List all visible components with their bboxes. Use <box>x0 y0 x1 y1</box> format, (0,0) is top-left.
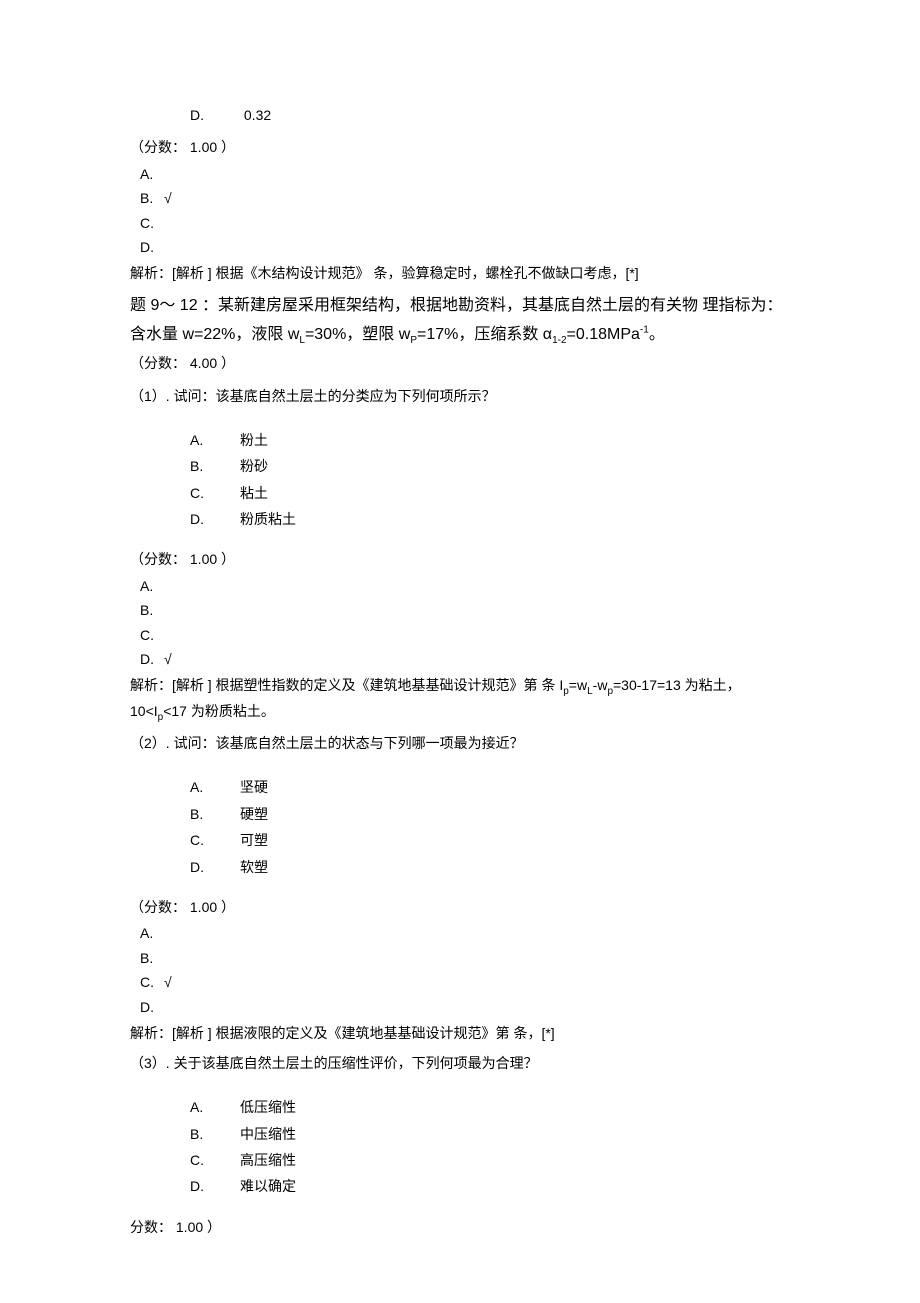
q1-ans-c: C. <box>140 624 790 646</box>
q1-ans-b: B. <box>140 599 790 621</box>
q2-option-b: B.硬塑 <box>190 803 790 825</box>
sub-p: P <box>410 335 417 346</box>
q1-option-a: A.粉土 <box>190 429 790 451</box>
q8-score: （分数： 1.00 ） <box>130 136 790 158</box>
q3-option-c: C.高压缩性 <box>190 1149 790 1171</box>
q1-stem: （1）. 试问：该基底自然土层土的分类应为下列何项所示？ <box>130 385 790 407</box>
q1-score: （分数： 1.00 ） <box>130 548 790 570</box>
option-text: 0.32 <box>244 107 271 123</box>
correct-mark: √ <box>164 651 172 667</box>
sup-neg1: -1 <box>640 325 649 336</box>
q2-ans-d: D. <box>140 996 790 1018</box>
q2-stem: （2）. 试问：该基底自然土层土的状态与下列哪一项最为接近？ <box>130 732 790 754</box>
q1-analysis: 解析：[解析 ] 根据塑性指数的定义及《建筑地基基础设计规范》第 条 Ip=wL… <box>130 674 790 726</box>
correct-mark: √ <box>164 190 172 206</box>
document-page: D. 0.32 （分数： 1.00 ） A. B.√ C. D. 解析：[解析 … <box>0 0 920 1302</box>
group-title-part4: =0.18MPa <box>567 326 640 343</box>
q2-option-a: A.坚硬 <box>190 776 790 798</box>
q1-option-c: C.粘土 <box>190 482 790 504</box>
sub-12: 1-2 <box>552 335 566 346</box>
q2-ans-b: B. <box>140 947 790 969</box>
q8-ans-b: B.√ <box>140 187 790 209</box>
q1-option-b: B.粉砂 <box>190 455 790 477</box>
q3-option-d: D.难以确定 <box>190 1175 790 1197</box>
q8-ans-d: D. <box>140 236 790 258</box>
q2-score: （分数： 1.00 ） <box>130 896 790 918</box>
q2-option-d: D.软塑 <box>190 856 790 878</box>
group-title-prefix: 题 9～ 12 ： <box>130 297 218 314</box>
q3-score: 分数： 1.00 ） <box>130 1216 790 1238</box>
q2-option-c: C.可塑 <box>190 829 790 851</box>
option-letter: D. <box>190 104 240 126</box>
q1-ans-d: D.√ <box>140 648 790 670</box>
q3-option-a: A.低压缩性 <box>190 1096 790 1118</box>
q2-analysis: 解析：[解析 ] 根据液限的定义及《建筑地基基础设计规范》第 条，[*] <box>130 1022 790 1046</box>
correct-mark: √ <box>164 974 172 990</box>
group-score: （分数： 4.00 ） <box>130 352 790 374</box>
group-title-part3: =17%，压缩系数 α <box>417 326 552 343</box>
q1-option-d: D.粉质粘土 <box>190 508 790 530</box>
q8-analysis: 解析：[解析 ] 根据《木结构设计规范》 条，验算稳定时，螺栓孔不做缺口考虑，[… <box>130 262 790 286</box>
q1-ans-a: A. <box>140 575 790 597</box>
group-title-part5: 。 <box>649 326 665 343</box>
group-title: 题 9～ 12 ：某新建房屋采用框架结构，根据地勘资料，其基底自然土层的有关物 … <box>130 292 790 350</box>
q8-option-d: D. 0.32 <box>190 104 790 126</box>
q2-ans-c: C.√ <box>140 971 790 993</box>
q8-ans-a: A. <box>140 163 790 185</box>
group-title-part2: =30%，塑限 w <box>305 326 410 343</box>
q3-option-b: B.中压缩性 <box>190 1123 790 1145</box>
q2-ans-a: A. <box>140 922 790 944</box>
q3-stem: （3）. 关于该基底自然土层土的压缩性评价，下列何项最为合理？ <box>130 1052 790 1074</box>
q8-ans-c: C. <box>140 212 790 234</box>
